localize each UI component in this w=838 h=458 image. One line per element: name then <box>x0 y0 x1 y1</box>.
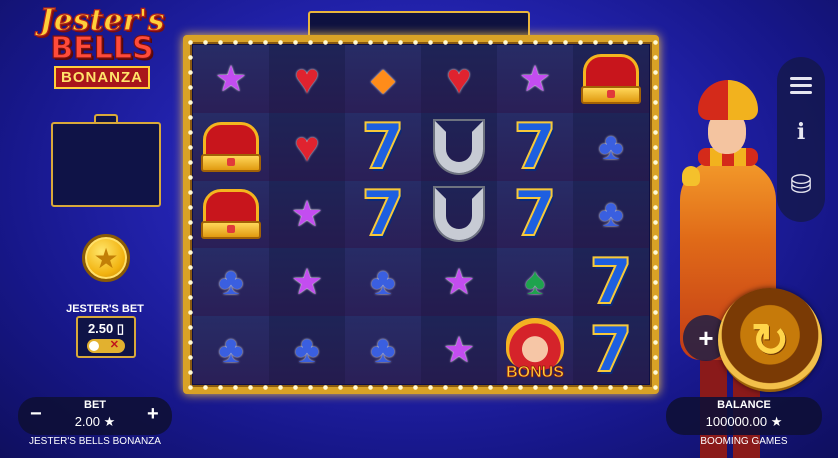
bell-icon <box>682 166 700 186</box>
side-menu: i ⛁ <box>777 57 825 222</box>
reel-cell: 7 <box>497 109 573 183</box>
star-icon: ★ <box>290 193 324 235</box>
reel-cell <box>421 112 497 181</box>
jester-hat <box>698 80 758 120</box>
seven-icon: 7 <box>588 245 633 319</box>
heart-icon: ♥ <box>294 54 320 102</box>
crown-icon <box>199 185 263 243</box>
bonus-label: BONUS <box>506 364 565 382</box>
bet-control: − BET 2.00 ★ + <box>18 397 172 435</box>
reel-cell: ♣ <box>269 316 345 384</box>
reel-cell: 7 <box>573 316 649 384</box>
star-icon: ★ <box>214 57 248 99</box>
game-name: JESTER'S BELLS BONANZA <box>29 436 161 447</box>
reel-cell: ♣ <box>573 180 649 249</box>
reel-cell: ♠ <box>497 248 573 317</box>
jesters-bet-box[interactable]: 2.50 ▯ ✕ <box>76 316 136 358</box>
reel-cell: ♥ <box>269 45 345 113</box>
star-icon: ★ <box>290 261 324 303</box>
coin-stack-icon[interactable]: ⛁ <box>790 169 812 200</box>
jester-face-icon <box>506 318 564 371</box>
reel-cell: ♣ <box>193 248 269 317</box>
star-icon: ★ <box>518 57 552 99</box>
logo-line-3: BONANZA <box>54 66 150 89</box>
bonus-symbol: BONUS <box>506 318 564 382</box>
seven-icon: 7 <box>360 109 405 183</box>
reel-cell: ♣ <box>345 316 421 384</box>
heart-icon: ♥ <box>446 54 472 102</box>
jesters-bet-toggle[interactable]: ✕ <box>87 339 125 353</box>
jesters-bet-value: 2.50 ▯ <box>87 321 125 336</box>
reel-frame: ★ ♥ ◆ ♥ ★ ♥ 7 7 ♣ ★ 7 7 ♣ ♣ ★ ♣ ★ ♠ 7 ♣ ♣ ♣ ★ BONUS 7 <box>183 35 659 394</box>
club-icon: ♣ <box>598 125 624 168</box>
brand-name: BOOMING GAMES <box>700 436 788 447</box>
heart-icon: ♥ <box>294 122 320 170</box>
club-icon: ♣ <box>218 261 244 304</box>
spin-arrow-icon: ↻ <box>750 314 790 366</box>
balance-display: BALANCE 100000.00 ★ <box>666 397 822 435</box>
reel-cell <box>193 112 269 181</box>
club-icon: ♣ <box>294 329 320 372</box>
reel-cell: ★ <box>269 248 345 317</box>
reel-cell: ◆ <box>345 45 421 113</box>
club-icon: ♣ <box>218 329 244 372</box>
info-icon[interactable]: i <box>790 119 812 145</box>
reel-grid: ★ ♥ ◆ ♥ ★ ♥ 7 7 ♣ ★ 7 7 ♣ ♣ ★ ♣ ★ ♠ 7 ♣ ♣ ♣ ★ BONUS 7 <box>193 45 649 384</box>
reel-cell: BONUS <box>497 316 573 384</box>
seven-icon: 7 <box>588 313 633 387</box>
reel-cell: ★ <box>269 180 345 249</box>
reel-cell <box>421 180 497 249</box>
bet-increase-button[interactable]: + <box>147 403 159 426</box>
horseshoe-icon <box>435 120 483 173</box>
balance-value: 100000.00 ★ <box>705 414 783 429</box>
jesters-bet-label: JESTER'S BET <box>66 303 144 315</box>
reel-cell: 7 <box>573 245 649 319</box>
reel-cell: ♥ <box>421 45 497 113</box>
seven-icon: 7 <box>512 177 557 251</box>
reel-cell: ★ <box>421 316 497 384</box>
logo-line-2: BELLS <box>50 31 154 66</box>
seven-icon: 7 <box>512 109 557 183</box>
reel-cell: ♥ <box>269 112 345 181</box>
reel-cell: 7 <box>345 109 421 183</box>
reel-cell: ★ <box>497 45 573 113</box>
balance-label: BALANCE <box>717 399 771 411</box>
club-icon: ♣ <box>598 193 624 236</box>
star-icon: ★ <box>442 329 476 371</box>
toggle-knob <box>89 341 99 351</box>
toggle-off-icon: ✕ <box>109 339 119 351</box>
reel-cell: 7 <box>345 177 421 251</box>
spin-button[interactable]: ↻ <box>718 288 822 392</box>
club-icon: ♣ <box>370 329 396 372</box>
star-icon: ★ <box>442 261 476 303</box>
reel-cell: ★ <box>193 45 269 113</box>
menu-icon[interactable] <box>790 73 812 98</box>
horseshoe-icon <box>435 188 483 241</box>
reel-cell: 7 <box>497 177 573 251</box>
reel-cell: ♣ <box>345 248 421 317</box>
star-coin-icon[interactable]: ★ <box>82 234 130 282</box>
diamond-icon: ◆ <box>370 60 396 97</box>
reel-cell: ★ <box>421 248 497 317</box>
crown-icon <box>199 118 263 176</box>
spade-icon: ♠ <box>524 261 546 304</box>
feature-panel <box>51 122 161 207</box>
crown-icon <box>579 50 643 108</box>
club-icon: ♣ <box>370 261 396 304</box>
reel-cell <box>573 45 649 113</box>
seven-icon: 7 <box>360 177 405 251</box>
reel-cell: ♣ <box>573 112 649 181</box>
reel-cell <box>193 180 269 249</box>
game-logo: Jester's BELLS BONANZA <box>38 5 166 89</box>
reel-cell: ♣ <box>193 316 269 384</box>
